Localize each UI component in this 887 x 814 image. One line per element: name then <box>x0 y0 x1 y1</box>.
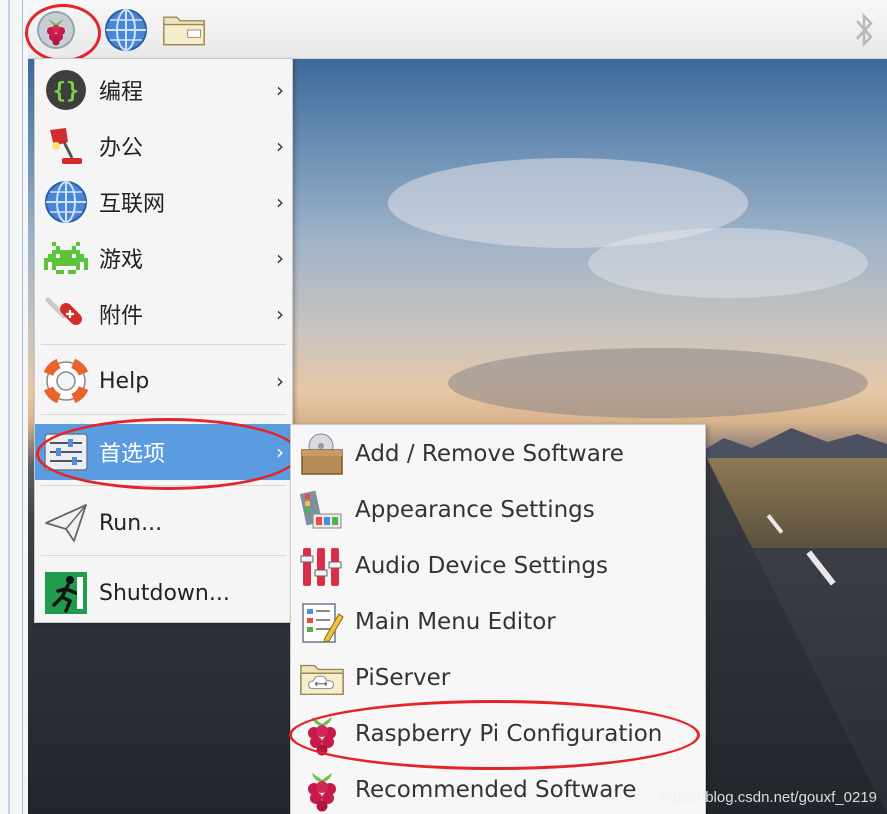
menu-separator <box>41 555 286 556</box>
raspberry-icon <box>299 768 345 814</box>
menu-item-preferences[interactable]: 首选项 › <box>35 424 292 480</box>
chevron-right-icon: › <box>276 190 284 214</box>
submenu-item-label: Appearance Settings <box>355 497 595 523</box>
submenu-item-piserver[interactable]: PiServer <box>291 650 705 706</box>
main-menu: {} 编程 › 办公 › 互联网 › 游戏 › 附件 › Help › 首选项 … <box>34 58 293 623</box>
chevron-right-icon: › <box>276 440 284 464</box>
menu-item-programming[interactable]: {} 编程 › <box>35 62 292 118</box>
menu-item-run[interactable]: Run... <box>35 495 292 551</box>
watermark: https://blog.csdn.net/gouxf_0219 <box>660 789 877 806</box>
menu-separator <box>41 485 286 486</box>
menu-item-label: Shutdown... <box>99 580 230 606</box>
taskbar <box>28 0 887 59</box>
submenu-item-label: Audio Device Settings <box>355 553 608 579</box>
preferences-submenu: Add / Remove Software Appearance Setting… <box>290 424 706 814</box>
space-invader-icon <box>43 235 89 281</box>
submenu-item-main-menu-editor[interactable]: Main Menu Editor <box>291 594 705 650</box>
window-edge-line <box>8 0 10 814</box>
svg-text:{}: {} <box>53 79 80 104</box>
submenu-item-recommended-software[interactable]: Recommended Software <box>291 762 705 814</box>
bluetooth-icon <box>856 12 873 48</box>
submenu-item-raspberry-pi-configuration[interactable]: Raspberry Pi Configuration <box>291 706 705 762</box>
palette-icon <box>299 488 345 534</box>
submenu-item-label: Recommended Software <box>355 777 637 803</box>
web-browser-button[interactable] <box>104 8 148 52</box>
wallpaper-cloud <box>588 228 868 298</box>
submenu-item-add-remove-software[interactable]: Add / Remove Software <box>291 426 705 482</box>
programming-icon: {} <box>43 67 89 113</box>
menu-button[interactable] <box>34 8 78 52</box>
menu-item-internet[interactable]: 互联网 › <box>35 174 292 230</box>
bluetooth-button[interactable] <box>849 8 879 52</box>
globe-icon <box>105 9 147 51</box>
window-edge-line <box>22 0 23 814</box>
package-cd-icon <box>299 432 345 478</box>
menu-item-games[interactable]: 游戏 › <box>35 230 292 286</box>
chevron-right-icon: › <box>276 246 284 270</box>
menu-item-accessories[interactable]: 附件 › <box>35 286 292 342</box>
menu-item-label: 首选项 <box>99 442 166 467</box>
submenu-item-appearance-settings[interactable]: Appearance Settings <box>291 482 705 538</box>
lifebuoy-icon <box>43 358 89 404</box>
wallpaper-lane-marking <box>806 550 836 586</box>
menu-item-label: Run... <box>99 510 163 536</box>
audio-mixer-icon <box>299 544 345 590</box>
wallpaper-mountains <box>688 428 887 460</box>
submenu-item-label: Add / Remove Software <box>355 441 624 467</box>
menu-item-label: 游戏 <box>99 248 144 273</box>
menu-separator <box>41 344 286 345</box>
menu-item-label: 附件 <box>99 304 144 329</box>
menu-editor-icon <box>299 600 345 646</box>
paper-plane-icon <box>43 500 89 546</box>
menu-item-shutdown[interactable]: Shutdown... <box>35 565 292 621</box>
window-edge <box>0 0 29 814</box>
exit-running-man-icon <box>43 570 89 616</box>
submenu-item-audio-device-settings[interactable]: Audio Device Settings <box>291 538 705 594</box>
menu-separator <box>41 414 286 415</box>
menu-item-label: 办公 <box>99 136 144 161</box>
submenu-item-label: Main Menu Editor <box>355 609 556 635</box>
wallpaper-cloud <box>448 348 868 418</box>
submenu-item-label: PiServer <box>355 665 451 691</box>
chevron-right-icon: › <box>276 302 284 326</box>
folder-icon <box>163 16 205 46</box>
desktop-screen: {} 编程 › 办公 › 互联网 › 游戏 › 附件 › Help › 首选项 … <box>0 0 887 814</box>
menu-item-label: Help <box>99 368 150 394</box>
raspberry-icon <box>299 712 345 758</box>
menu-item-office[interactable]: 办公 › <box>35 118 292 174</box>
raspberry-icon <box>37 11 75 49</box>
menu-item-label: 编程 <box>99 80 144 105</box>
cloud-folder-icon <box>299 656 345 702</box>
globe-icon <box>43 179 89 225</box>
office-lamp-icon <box>43 123 89 169</box>
submenu-item-label: Raspberry Pi Configuration <box>355 721 663 747</box>
swiss-knife-icon <box>43 291 89 337</box>
file-manager-button[interactable] <box>162 8 206 52</box>
chevron-right-icon: › <box>276 78 284 102</box>
chevron-right-icon: › <box>276 369 284 393</box>
menu-item-help[interactable]: Help › <box>35 353 292 409</box>
chevron-right-icon: › <box>276 134 284 158</box>
menu-item-label: 互联网 <box>99 192 166 217</box>
preferences-sliders-icon <box>43 429 89 475</box>
